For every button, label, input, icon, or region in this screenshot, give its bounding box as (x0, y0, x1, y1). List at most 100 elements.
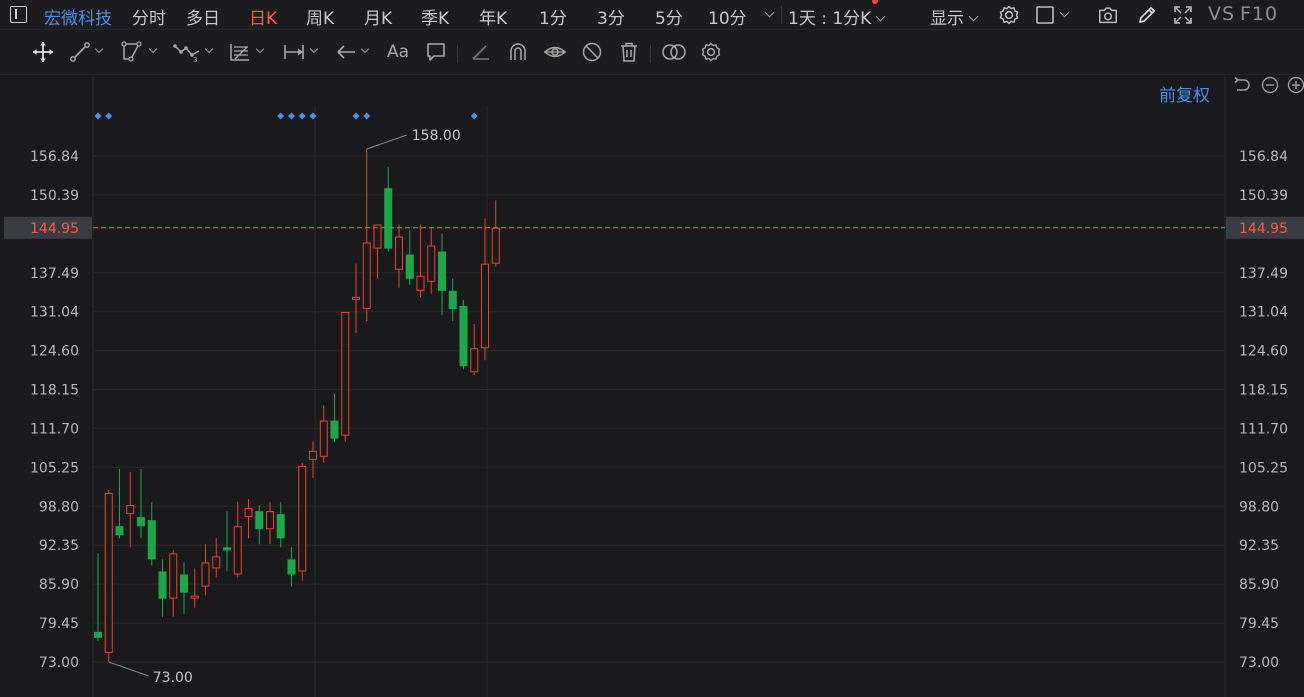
camera-icon[interactable] (1097, 4, 1119, 26)
tab-weekly-k[interactable]: 周K (306, 4, 334, 29)
range-tool[interactable] (282, 39, 319, 65)
hide-icon (582, 42, 602, 62)
stock-name[interactable]: 宏微科技 (44, 4, 112, 29)
range-icon (284, 45, 304, 59)
pen-icon[interactable] (1136, 4, 1158, 26)
candle-body (126, 505, 135, 515)
y-tick-label-left: 98.80 (39, 499, 79, 515)
tab-intraday[interactable]: 分时 (132, 4, 166, 29)
tab-quarterly-k[interactable]: 季K (421, 4, 449, 29)
candle-up (212, 538, 221, 578)
divider (781, 6, 782, 24)
kline-chart[interactable]: 158.00 73.00 156.84 156.84 150.39 150.39 137.… (0, 76, 1304, 697)
candle-up (233, 502, 242, 578)
candle-body (287, 559, 296, 575)
chevron-down-icon (360, 44, 370, 54)
undo-icon[interactable] (1233, 76, 1251, 94)
tab-yearly-k[interactable]: 年K (479, 4, 507, 29)
wave-tool[interactable]: 3 (173, 39, 214, 65)
y-tick-label-right: 150.39 (1239, 188, 1288, 204)
settings-icon[interactable] (998, 4, 1020, 26)
svg-text:3: 3 (193, 56, 197, 63)
candle-up (341, 311, 350, 442)
tab-multi-day[interactable]: 多日 (186, 4, 220, 29)
line-icon (70, 42, 90, 62)
event-marker (363, 112, 371, 120)
wave-icon: 3 (173, 44, 200, 63)
y-tick-label-right: 118.15 (1239, 383, 1288, 399)
f10-button[interactable]: F10 (1240, 3, 1278, 25)
tab-monthly-k[interactable]: 月K (364, 4, 392, 29)
candle-down (459, 299, 468, 370)
comment-icon (427, 43, 445, 61)
candle-up (416, 224, 425, 297)
arrow-tool[interactable] (335, 39, 370, 65)
hide-tool[interactable] (581, 39, 603, 65)
candle-down (276, 502, 285, 548)
candle-up (352, 263, 360, 334)
event-marker (470, 112, 478, 120)
layout-icon (1036, 6, 1054, 24)
candle-down (115, 468, 124, 539)
chart-canvas[interactable]: 158.00 73.00 156.84 156.84 150.39 150.39 137.… (0, 76, 1304, 697)
angle-tool[interactable] (470, 39, 492, 65)
candle-body (362, 242, 371, 309)
chevron-down-icon (875, 11, 886, 22)
chevron-down-icon (968, 11, 979, 22)
event-marker (277, 112, 285, 120)
drawing-toolbar: 3 Aa (0, 31, 1304, 75)
vs-button[interactable]: VS (1208, 3, 1235, 25)
y-tick-label-right: 156.84 (1239, 149, 1288, 165)
layout-button[interactable] (1035, 0, 1070, 30)
candle-up (427, 227, 436, 294)
move-tool[interactable] (31, 39, 55, 65)
magnet-tool[interactable] (507, 39, 529, 65)
candle-body (115, 526, 124, 536)
zoom-in-icon[interactable] (1287, 76, 1304, 94)
display-button[interactable]: 显示 (930, 4, 979, 29)
adjust-mode-button[interactable]: 前复权 (1159, 81, 1210, 106)
candle-up (266, 502, 274, 545)
fib-icon (230, 44, 249, 61)
eye-tool[interactable] (543, 39, 567, 65)
compare-tool[interactable] (661, 39, 687, 65)
candle-body (244, 508, 253, 518)
candle-body (341, 311, 350, 436)
candle-up (190, 568, 199, 608)
font-tool[interactable]: Aa (387, 39, 409, 65)
candle-body (373, 224, 382, 249)
low-annotation-leader (108, 661, 149, 677)
tab-1min[interactable]: 1分 (539, 4, 567, 29)
candle-body (395, 236, 403, 270)
more-periods-chevron-icon[interactable] (764, 7, 775, 18)
comment-tool[interactable] (425, 39, 447, 65)
divider (457, 45, 458, 63)
high-annotation: 158.00 (412, 128, 461, 144)
eye-icon (543, 46, 567, 58)
trash-icon (621, 42, 637, 62)
period-select[interactable]: 1天 : 1分K (788, 4, 886, 29)
fullscreen-icon[interactable] (1172, 4, 1194, 26)
delete-tool[interactable] (619, 39, 639, 65)
tab-10min[interactable]: 10分 (708, 4, 747, 29)
current-price-label-left: 144.95 (30, 221, 79, 237)
event-marker (94, 112, 102, 120)
divider (650, 45, 651, 63)
sidebar-toggle-icon[interactable] (10, 6, 27, 23)
line-tool[interactable] (69, 39, 104, 65)
zoom-out-icon[interactable] (1261, 76, 1279, 94)
candle-body (298, 465, 307, 572)
polyline-tool[interactable] (121, 39, 158, 65)
chevron-down-icon (309, 44, 319, 54)
toolbar-settings[interactable] (700, 39, 722, 65)
high-annotation-leader (366, 134, 407, 150)
candle-body (169, 553, 178, 599)
tab-3min[interactable]: 3分 (597, 4, 625, 29)
candle-down (255, 505, 264, 545)
y-tick-label-left: 73.00 (39, 655, 79, 671)
fib-tool[interactable] (228, 39, 265, 65)
tab-5min[interactable]: 5分 (655, 4, 683, 29)
tab-daily-k[interactable]: 日K (249, 4, 277, 29)
candle-body (158, 571, 167, 599)
candle-body (448, 290, 457, 309)
